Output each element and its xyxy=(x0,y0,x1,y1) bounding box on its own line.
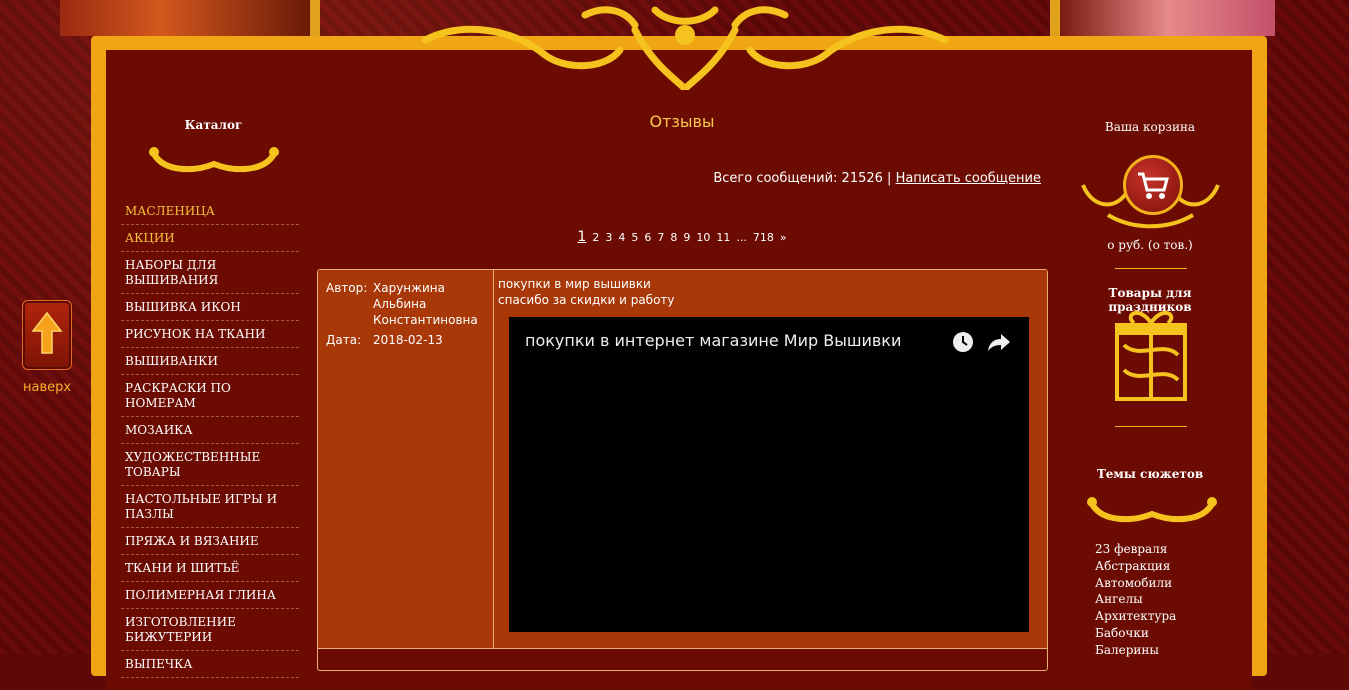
catalog-item[interactable]: ПРЯЖА И ВЯЗАНИЕ xyxy=(121,528,299,555)
theme-link[interactable]: 23 февраля xyxy=(1095,541,1176,558)
divider xyxy=(1115,268,1187,269)
catalog-item[interactable]: НАСТОЛЬНЫЕ ИГРЫ И ПАЗЛЫ xyxy=(121,486,299,528)
cart-button[interactable] xyxy=(1123,155,1183,215)
messages-count: Всего сообщений: 21526 | xyxy=(713,171,892,186)
page-link[interactable]: 2 xyxy=(592,231,599,244)
divider xyxy=(1115,426,1187,427)
catalog-item[interactable]: НАБОРЫ ДЛЯ ВЫШИВАНИЯ xyxy=(121,252,299,294)
catalog-item[interactable]: ИЗГОТОВЛЕНИЕ БИЖУТЕРИИ xyxy=(121,609,299,651)
review-line-2: спасибо за скидки и работу xyxy=(498,293,675,307)
catalog-item[interactable]: ВЫПЕЧКА xyxy=(121,651,299,678)
scroll-top-button[interactable] xyxy=(22,300,72,370)
theme-link[interactable]: Архитектура xyxy=(1095,608,1176,625)
catalog-item[interactable]: РИСУНОК НА ТКАНИ xyxy=(121,321,299,348)
shopping-cart-icon xyxy=(1138,172,1169,199)
page-link[interactable]: » xyxy=(780,231,787,244)
gift-icon[interactable] xyxy=(1114,305,1188,401)
themes-title: Темы сюжетов xyxy=(1096,467,1204,481)
page-link[interactable]: 11 xyxy=(716,231,730,244)
page-link[interactable]: 5 xyxy=(631,231,638,244)
catalog-item[interactable]: ПОЛИМЕРНАЯ ГЛИНА xyxy=(121,582,299,609)
arrow-up-icon xyxy=(31,311,63,354)
page-link[interactable]: 718 xyxy=(753,231,774,244)
author-label: Автор: xyxy=(326,281,368,295)
scroll-top-label[interactable]: наверх xyxy=(23,380,71,395)
catalog-item[interactable]: АКЦИИ xyxy=(121,225,299,252)
review-meta-cell: Автор: Харунжина Альбина Константиновна Д… xyxy=(318,270,494,649)
review-body-cell: покупки в мир вышивки спасибо за скидки … xyxy=(494,270,1047,649)
theme-link[interactable]: Балерины xyxy=(1095,642,1176,659)
golden-crest-ornament xyxy=(421,6,949,92)
page-link[interactable]: 6 xyxy=(644,231,651,244)
themes-list: 23 февраля Абстракция Автомобили Ангелы Архи… xyxy=(1095,541,1176,659)
review-line-1: покупки в мир вышивки xyxy=(498,277,651,291)
video-player[interactable]: покупки в интернет магазине Мир Вышивки xyxy=(509,317,1029,632)
page-link[interactable]: 7 xyxy=(657,231,664,244)
share-icon[interactable] xyxy=(987,331,1011,353)
theme-link[interactable]: Ангелы xyxy=(1095,591,1176,608)
write-message-link[interactable]: Написать сообщение xyxy=(896,171,1041,186)
date-label: Дата: xyxy=(326,333,362,347)
catalog-item[interactable]: ТКАНИ И ШИТЬЁ xyxy=(121,555,299,582)
messages-total: Всего сообщений: 21526 | Написать сообще… xyxy=(317,171,1041,186)
watch-later-icon[interactable] xyxy=(952,331,974,353)
catalog-title: Каталог xyxy=(184,118,243,132)
catalog-item[interactable]: ХУДОЖЕСТВЕННЫЕ ТОВАРЫ xyxy=(121,444,299,486)
catalog-item[interactable]: МАСЛЕНИЦА xyxy=(121,198,299,225)
review-entry: Автор: Харунжина Альбина Константиновна Д… xyxy=(317,269,1048,671)
cart-title: Ваша корзина xyxy=(1104,120,1196,134)
catalog-item[interactable]: ВЫШИВАНКИ xyxy=(121,348,299,375)
catalog-item[interactable]: МОЗАИКА xyxy=(121,417,299,444)
catalog-menu: МАСЛЕНИЦА АКЦИИ НАБОРЫ ДЛЯ ВЫШИВАНИЯ ВЫШИВК… xyxy=(121,198,306,678)
ornament-divider-icon xyxy=(1087,497,1217,523)
page-link[interactable]: 9 xyxy=(683,231,690,244)
cart-sidebar: Ваша корзина xyxy=(1065,120,1235,134)
cart-summary: о руб. (о тов.) xyxy=(1107,238,1193,252)
ornament-divider-icon xyxy=(148,147,279,173)
catalog-item[interactable]: ВЫШИВКА ИКОН xyxy=(121,294,299,321)
author-name: Харунжина Альбина Константиновна xyxy=(373,281,478,327)
catalog-item[interactable]: РАСКРАСКИ ПО НОМЕРАМ xyxy=(121,375,299,417)
page-link[interactable]: 3 xyxy=(605,231,612,244)
theme-link[interactable]: Автомобили xyxy=(1095,575,1176,592)
header-roses-image xyxy=(1050,0,1275,36)
pagination: 1 2 3 4 5 6 7 8 9 10 11... 718 » xyxy=(317,229,1047,245)
review-date: 2018-02-13 xyxy=(373,333,443,347)
page-title: Отзывы xyxy=(649,112,715,131)
theme-link[interactable]: Бабочки xyxy=(1095,625,1176,642)
theme-link[interactable]: Абстракция xyxy=(1095,558,1176,575)
catalog-sidebar: Каталог МАСЛЕНИЦА АКЦИИ НАБОРЫ ДЛЯ ВЫШИВАН… xyxy=(121,118,306,678)
page-link[interactable]: 8 xyxy=(670,231,677,244)
video-title[interactable]: покупки в интернет магазине Мир Вышивки xyxy=(525,331,901,350)
page-link[interactable]: 1 xyxy=(577,229,586,245)
header-flowers-image xyxy=(60,0,320,36)
page-link[interactable]: 4 xyxy=(618,231,625,244)
pagination-ellipsis: ... xyxy=(736,231,747,244)
page-link[interactable]: 10 xyxy=(696,231,710,244)
